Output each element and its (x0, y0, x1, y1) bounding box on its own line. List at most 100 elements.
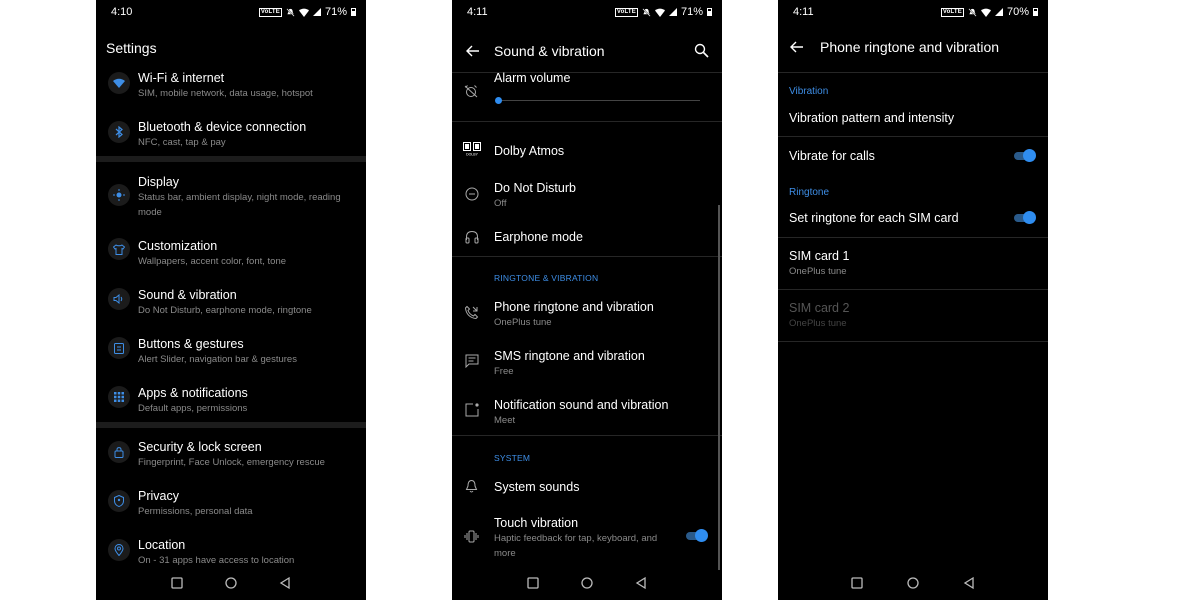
item-title: Set ringtone for each SIM card (789, 211, 959, 225)
item-title: Security & lock screen (138, 440, 262, 454)
search-icon[interactable] (693, 42, 711, 60)
settings-item-privacy[interactable]: Privacy Permissions, personal data (96, 485, 366, 525)
back-arrow-icon[interactable] (788, 38, 806, 56)
item-title: SIM card 1 (789, 249, 850, 263)
item-title: Bluetooth & device connection (138, 120, 307, 134)
alarm-volume-row: Alarm volume (452, 70, 722, 120)
header-divider (778, 72, 1048, 73)
message-icon (465, 354, 479, 368)
settings-item-wifi[interactable]: Wi-Fi & internet SIM, mobile network, da… (96, 68, 366, 108)
item-subtitle: Meet (494, 415, 516, 426)
alarm-volume-slider-thumb[interactable] (495, 97, 502, 104)
item-title: Privacy (138, 489, 179, 503)
wifi-status-icon (980, 8, 991, 17)
settings-item-display[interactable]: Display Status bar, ambient display, nig… (96, 168, 366, 220)
alarm-off-icon (464, 85, 478, 98)
status-icons: VoLTE 70% (940, 6, 1038, 18)
item-subtitle: NFC, cast, tap & pay (138, 137, 226, 148)
item-title: Dolby Atmos (494, 144, 565, 158)
notification-sound-row[interactable]: Notification sound and vibration Meet (452, 394, 722, 430)
signal-icon (668, 8, 677, 16)
back-nav-icon[interactable] (634, 576, 648, 590)
touch-vibration-row[interactable]: Touch vibration Haptic feedback for tap,… (452, 512, 722, 560)
battery-icon (707, 8, 712, 16)
system-sounds-row[interactable]: System sounds (452, 474, 722, 502)
earphone-mode-row[interactable]: Earphone mode (452, 224, 722, 252)
page-title: Sound & vibration (494, 43, 605, 59)
item-title: Alarm volume (494, 71, 571, 85)
item-title: Vibrate for calls (789, 149, 875, 163)
battery-percent: 70% (1006, 6, 1029, 18)
status-bar: 4:11 VoLTE 71% (452, 0, 722, 24)
item-title: SIM card 2 (789, 301, 850, 315)
item-title: Sound & vibration (138, 288, 237, 302)
recents-icon[interactable] (526, 576, 540, 590)
section-divider (452, 256, 722, 257)
settings-item-apps[interactable]: Apps & notifications Default apps, permi… (96, 381, 366, 421)
item-subtitle: Fingerprint, Face Unlock, emergency resc… (138, 457, 325, 468)
signal-icon (994, 8, 1003, 16)
bell-icon (465, 479, 478, 493)
mute-bell-icon (968, 7, 977, 17)
settings-item-bluetooth[interactable]: Bluetooth & device connection NFC, cast,… (96, 114, 366, 154)
status-time: 4:11 (793, 6, 814, 18)
recents-icon[interactable] (170, 576, 184, 590)
alarm-volume-slider-track[interactable] (498, 100, 700, 101)
item-subtitle: Do Not Disturb, earphone mode, ringtone (138, 305, 312, 316)
phone-ringtone-row[interactable]: Phone ringtone and vibration OnePlus tun… (452, 296, 722, 332)
back-nav-icon[interactable] (278, 576, 292, 590)
settings-item-buttons[interactable]: Buttons & gestures Alert Slider, navigat… (96, 332, 366, 372)
volte-icon: VoLTE (258, 7, 282, 17)
scrollbar[interactable] (718, 205, 720, 570)
touch-vibration-toggle[interactable] (686, 529, 708, 542)
navigation-bar (452, 566, 722, 600)
home-icon[interactable] (580, 576, 594, 590)
sim-card-2-row: SIM card 2 OnePlus tune (778, 298, 1048, 338)
section-divider (452, 435, 722, 436)
section-header-system: SYSTEM (494, 453, 531, 463)
mute-bell-icon (286, 7, 295, 17)
volte-icon: VoLTE (940, 7, 964, 17)
signal-icon (312, 8, 321, 16)
vibrate-for-calls-row[interactable]: Vibrate for calls (778, 140, 1048, 172)
item-subtitle: Free (494, 366, 514, 377)
settings-item-customization[interactable]: Customization Wallpapers, accent color, … (96, 234, 366, 274)
wifi-status-icon (654, 8, 665, 17)
battery-percent: 71% (324, 6, 347, 18)
phone-call-icon (464, 305, 479, 320)
sms-ringtone-row[interactable]: SMS ringtone and vibration Free (452, 345, 722, 381)
item-title: Earphone mode (494, 230, 583, 244)
vibration-icon (464, 530, 479, 543)
bluetooth-icon (108, 121, 130, 143)
back-nav-icon[interactable] (962, 576, 976, 590)
navigation-bar (778, 566, 1048, 600)
set-ringtone-each-sim-toggle[interactable] (1014, 211, 1036, 224)
brightness-icon (108, 184, 130, 206)
vibration-pattern-row[interactable]: Vibration pattern and intensity (778, 104, 1048, 136)
item-title: Notification sound and vibration (494, 398, 669, 412)
sim-card-1-row[interactable]: SIM card 1 OnePlus tune (778, 246, 1048, 286)
section-header-ringtone: RINGTONE & VIBRATION (494, 273, 599, 283)
settings-item-security[interactable]: Security & lock screen Fingerprint, Face… (96, 436, 366, 476)
status-bar: 4:11 VoLTE 70% (778, 0, 1048, 24)
settings-screen: 4:10 VoLTE 71% Settings Wi-Fi & internet… (96, 0, 366, 600)
home-icon[interactable] (224, 576, 238, 590)
home-icon[interactable] (906, 576, 920, 590)
dnd-icon (465, 187, 479, 201)
back-arrow-icon[interactable] (464, 42, 482, 60)
vibrate-for-calls-toggle[interactable] (1014, 149, 1036, 162)
battery-icon (1033, 8, 1038, 16)
location-pin-icon (108, 539, 130, 561)
item-title: Apps & notifications (138, 386, 248, 400)
dolby-atmos-row[interactable]: DOLBY Dolby Atmos (452, 138, 722, 166)
sound-vibration-screen: 4:11 VoLTE 71% Sound & vibration Alarm v… (452, 0, 722, 600)
settings-item-sound[interactable]: Sound & vibration Do Not Disturb, earpho… (96, 283, 366, 323)
set-ringtone-each-sim-row[interactable]: Set ringtone for each SIM card (778, 204, 1048, 236)
do-not-disturb-row[interactable]: Do Not Disturb Off (452, 178, 722, 212)
navigation-bar (96, 566, 366, 600)
lock-icon (108, 441, 130, 463)
row-divider (778, 341, 1048, 342)
speaker-icon (108, 288, 130, 310)
mute-bell-icon (642, 7, 651, 17)
recents-icon[interactable] (850, 576, 864, 590)
